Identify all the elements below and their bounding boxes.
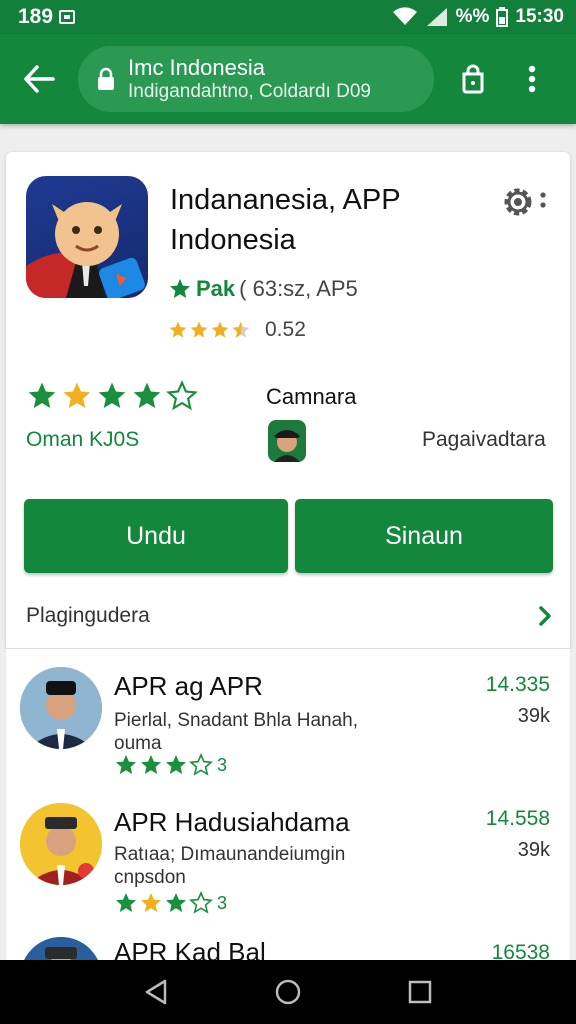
item-rating-count: 3 bbox=[217, 754, 228, 775]
item-price: 14.558 bbox=[485, 807, 550, 830]
notification-icon bbox=[59, 10, 76, 24]
avatar bbox=[20, 803, 102, 885]
settings-button[interactable] bbox=[500, 184, 546, 220]
list-item[interactable]: APR ag APR Pierlal, Snadant Bhla Hanah, … bbox=[6, 649, 570, 789]
item-stars: 3 bbox=[114, 891, 227, 915]
star-filled-icon bbox=[169, 321, 187, 338]
item-price: 16538 bbox=[491, 941, 550, 960]
navigation-bar bbox=[0, 960, 576, 1024]
category-label[interactable]: Oman KJ0S bbox=[26, 428, 139, 452]
lock-icon bbox=[96, 67, 116, 91]
item-desc-line: ouma bbox=[114, 733, 162, 754]
app-icon bbox=[26, 176, 148, 298]
more-vert-icon[interactable] bbox=[528, 65, 536, 93]
app-title-line-1: Indananesia, APP bbox=[170, 184, 401, 216]
battery-icon bbox=[496, 7, 509, 27]
big-rating-stars[interactable] bbox=[26, 380, 198, 412]
star-filled-icon bbox=[211, 321, 229, 338]
publisher-label: Pagaivadtara bbox=[422, 428, 546, 451]
app-title-line-2: Indonesia bbox=[170, 224, 296, 256]
item-star-row bbox=[114, 753, 213, 777]
list-item[interactable]: APR Hadusiahdama Ratıaa; Dımaunandeiumgi… bbox=[6, 787, 570, 927]
bag-icon[interactable] bbox=[458, 64, 488, 94]
signal-icon bbox=[425, 7, 449, 27]
star-filled-icon bbox=[133, 382, 161, 408]
star-filled-icon bbox=[141, 893, 161, 912]
status-bar: 189 %% 15:30 bbox=[0, 0, 576, 34]
list-item[interactable]: APR Kad Bal 16538 bbox=[6, 927, 570, 960]
share-button[interactable]: Sinaun bbox=[295, 499, 553, 573]
app-title: Indananesia, APP Indonesia bbox=[170, 180, 470, 260]
item-star-row bbox=[114, 891, 213, 915]
status-left-text: 189 bbox=[18, 5, 54, 28]
more-dots-icon bbox=[540, 192, 546, 208]
wifi-icon bbox=[392, 7, 418, 27]
more-info-label: Plagingudera bbox=[26, 604, 150, 627]
url-bar[interactable]: Imc Indonesia Indigandahtno, Coldardı D0… bbox=[78, 46, 434, 112]
item-title: APR Kad Bal bbox=[114, 937, 266, 960]
item-title: APR Hadusiahdama bbox=[114, 807, 350, 837]
item-price: 14.335 bbox=[485, 673, 550, 696]
star-filled-icon bbox=[141, 755, 161, 774]
item-desc-line: Ratıaa; Dımaunandeiumgin bbox=[114, 844, 346, 865]
star-filled-icon bbox=[166, 893, 186, 912]
item-stars: 3 bbox=[114, 753, 227, 777]
camera-thumbnail[interactable] bbox=[268, 420, 306, 462]
star-icon bbox=[170, 279, 190, 298]
rating-stars bbox=[168, 320, 251, 340]
item-title: APR ag APR bbox=[114, 671, 263, 701]
star-filled-icon bbox=[116, 755, 136, 774]
star-filled-icon bbox=[63, 382, 91, 408]
developer-extra: ( 63:sz, AP5 bbox=[239, 276, 358, 301]
star-filled-icon bbox=[190, 321, 208, 338]
app-detail-card: Indananesia, APP Indonesia Pak ( 63:sz, … bbox=[6, 152, 570, 652]
chevron-right-icon bbox=[539, 606, 551, 626]
item-desc-line: Pierlal, Snadant Bhla Hanah, bbox=[114, 710, 358, 731]
avatar bbox=[20, 937, 102, 960]
status-time: 15:30 bbox=[515, 6, 564, 27]
developer-row: Pak ( 63:sz, AP5 bbox=[168, 276, 358, 302]
item-size: 39k bbox=[517, 705, 550, 727]
item-description: Pierlal, Snadant Bhla Hanah, ouma bbox=[114, 709, 414, 755]
more-info-row[interactable]: Plagingudera bbox=[6, 588, 570, 644]
recents-square-icon[interactable] bbox=[407, 979, 433, 1005]
star-filled-icon bbox=[116, 893, 136, 912]
install-button[interactable]: Undu bbox=[24, 499, 288, 573]
home-circle-icon[interactable] bbox=[274, 978, 302, 1006]
gear-icon bbox=[504, 188, 532, 216]
star-half-icon bbox=[232, 321, 250, 338]
url-title: Imc Indonesia bbox=[128, 55, 265, 81]
app-list: APR ag APR Pierlal, Snadant Bhla Hanah, … bbox=[6, 648, 570, 960]
arrow-left-icon bbox=[24, 65, 55, 93]
app-bar: Imc Indonesia Indigandahtno, Coldardı D0… bbox=[0, 34, 576, 124]
rating-value: 0.52 bbox=[265, 318, 306, 341]
item-desc-line: cnpsdon bbox=[114, 867, 186, 888]
back-triangle-icon[interactable] bbox=[143, 978, 169, 1006]
camera-label: Camnara bbox=[266, 384, 357, 409]
star-filled-icon bbox=[28, 382, 56, 408]
rating-row: 0.52 bbox=[168, 318, 306, 342]
star-filled-icon bbox=[166, 755, 186, 774]
battery-percent: %% bbox=[455, 6, 490, 27]
back-button[interactable] bbox=[0, 34, 78, 124]
star-filled-icon bbox=[98, 382, 126, 408]
star-outline-icon bbox=[189, 891, 213, 914]
item-rating-count: 3 bbox=[217, 892, 228, 913]
star-outline-icon bbox=[166, 380, 198, 411]
url-subtitle: Indigandahtno, Coldardı D09 bbox=[128, 80, 371, 102]
star-outline-icon bbox=[189, 753, 213, 776]
avatar bbox=[20, 667, 102, 749]
item-description: Ratıaa; Dımaunandeiumgin cnpsdon bbox=[114, 843, 414, 889]
item-size: 39k bbox=[517, 839, 550, 861]
developer-name[interactable]: Pak bbox=[196, 276, 235, 302]
